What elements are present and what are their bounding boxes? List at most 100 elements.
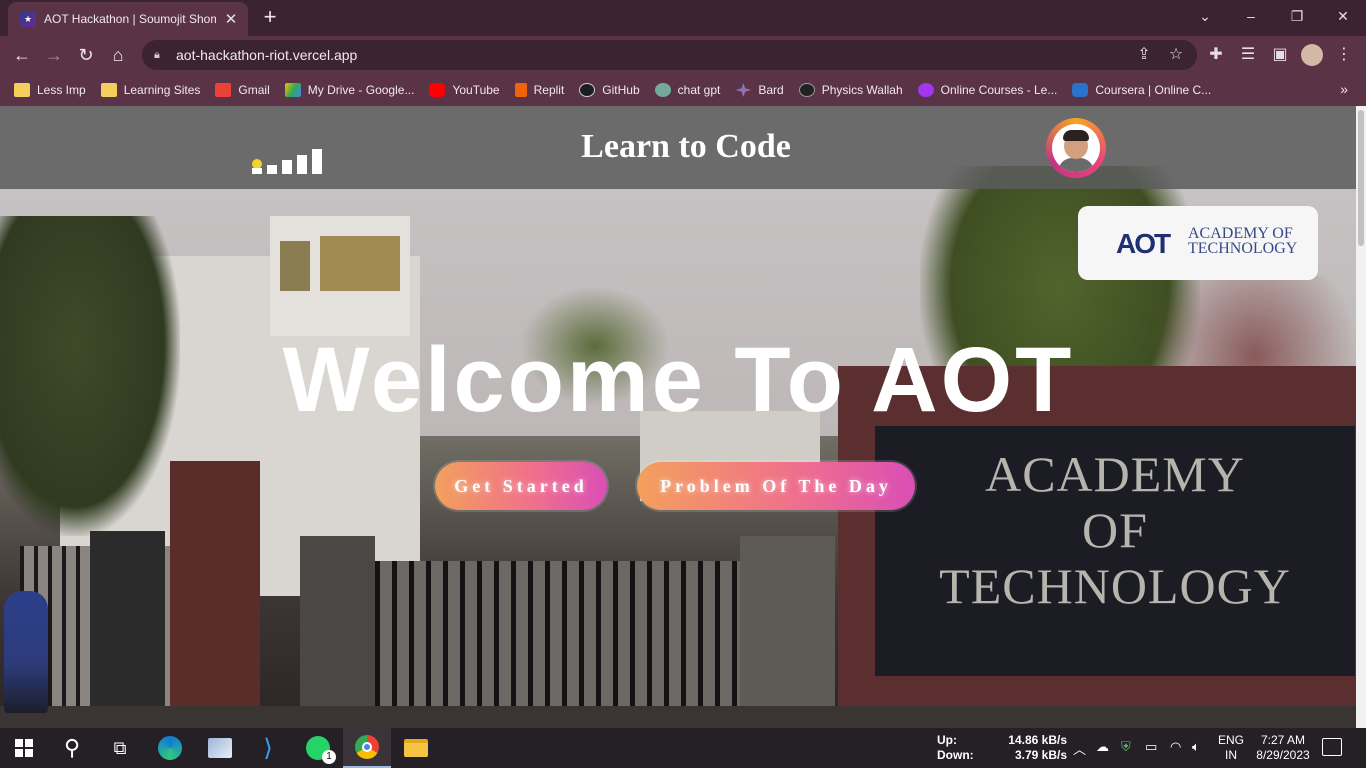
hero-heading: Welcome To AOT <box>282 329 1075 431</box>
forward-icon[interactable]: → <box>41 42 67 68</box>
whatsapp-badge: 1 <box>322 750 336 764</box>
background-gate <box>375 561 740 728</box>
tab-close-icon[interactable]: ✕ <box>222 10 240 28</box>
bookmark-item[interactable]: Coursera | Online C... <box>1072 83 1211 97</box>
building-window <box>320 236 400 291</box>
task-view-icon[interactable]: ⧉ <box>96 728 144 768</box>
back-icon[interactable]: ← <box>9 42 35 68</box>
system-clock[interactable]: 7:27 AM 8/29/2023 <box>1252 733 1314 763</box>
volume-icon[interactable]: 🔈︎ <box>1192 739 1200 755</box>
extensions-icon[interactable]: ✚ <box>1205 44 1227 64</box>
edge-icon[interactable] <box>146 728 194 768</box>
new-tab-button[interactable]: + <box>258 5 282 29</box>
avatar-shirt <box>1058 158 1094 172</box>
security-shield-icon[interactable]: ⛨ <box>1121 739 1131 755</box>
bookmark-star-icon[interactable]: ☆ <box>1165 44 1187 64</box>
entrance-sign-text: ACADEMY OF TECHNOLOGY <box>939 446 1291 614</box>
side-panel-icon[interactable]: ▣ <box>1269 44 1291 64</box>
bookmark-item[interactable]: Replit <box>514 83 564 97</box>
lock-icon[interactable]: 🔒︎ <box>154 49 168 62</box>
windows-logo-icon <box>15 739 33 757</box>
scrollbar-thumb[interactable] <box>1358 110 1364 246</box>
bookmarks-overflow-icon[interactable]: » <box>1340 81 1348 97</box>
chrome-icon[interactable] <box>343 728 391 768</box>
media-icon[interactable]: ☰ <box>1237 44 1259 64</box>
youtube-icon <box>429 83 446 97</box>
github-icon <box>579 83 596 97</box>
gmail-icon <box>215 83 232 97</box>
language-indicator[interactable]: ENG IN <box>1214 733 1248 763</box>
home-icon[interactable]: ⌂ <box>105 42 131 68</box>
network-speed-values: 14.86 kB/s 3.79 kB/s <box>1008 733 1067 762</box>
onedrive-icon[interactable]: ☁ <box>1096 739 1109 755</box>
bookmark-item[interactable]: Learning Sites <box>100 83 200 97</box>
pw-icon <box>798 83 815 97</box>
folder-icon <box>100 83 117 97</box>
wifi-icon[interactable]: ◠ <box>1170 739 1181 755</box>
profile-avatar-icon[interactable] <box>1301 44 1323 66</box>
address-bar[interactable]: 🔒︎ aot-hackathon-riot.vercel.app <box>142 40 1197 70</box>
page-scrollbar[interactable] <box>1356 106 1366 728</box>
aot-logo-text: ACADEMY OF TECHNOLOGY <box>1188 225 1298 257</box>
photos-app-icon[interactable] <box>196 728 244 768</box>
tab-search-icon[interactable]: ⌄ <box>1182 0 1228 32</box>
problem-of-the-day-button[interactable]: Problem Of The Day <box>637 462 915 510</box>
avatar-hair <box>1063 130 1089 141</box>
bookmark-item[interactable]: GitHub <box>579 83 640 97</box>
gate-pillar <box>90 531 165 728</box>
tab-strip: ★ AOT Hackathon | Soumojit Shome ✕ + ⌄ –… <box>0 0 1366 36</box>
security-guard-figure <box>4 591 48 713</box>
bookmark-item[interactable]: My Drive - Google... <box>284 83 414 97</box>
background-ground <box>0 706 1356 728</box>
notification-center-icon[interactable] <box>1322 738 1342 756</box>
browser-tab[interactable]: ★ AOT Hackathon | Soumojit Shome ✕ <box>8 2 248 36</box>
chatgpt-icon <box>654 83 671 97</box>
bookmark-item[interactable]: Physics Wallah <box>798 83 903 97</box>
window-controls: ⌄ – ❐ ✕ <box>1182 0 1366 32</box>
file-explorer-icon[interactable] <box>392 728 440 768</box>
aot-logo-card: AOT ACADEMY OF TECHNOLOGY <box>1078 206 1318 280</box>
drive-icon <box>284 83 301 97</box>
reload-icon[interactable]: ↻ <box>73 42 99 68</box>
building-window <box>280 241 310 291</box>
page-viewport: ACADEMY OF TECHNOLOGY Learn to Code AOT … <box>0 106 1356 728</box>
avatar-photo <box>1052 124 1100 172</box>
udemy-icon <box>917 83 934 97</box>
battery-icon[interactable]: ▭ <box>1145 739 1157 755</box>
user-avatar[interactable] <box>1046 118 1106 178</box>
signal-bar <box>267 165 277 174</box>
windows-taskbar: ⚲ ⧉ ⟩ 1 Up: Down: 14.86 kB/s 3.79 kB/s ︿… <box>0 728 1366 768</box>
whatsapp-icon[interactable]: 1 <box>294 728 342 768</box>
minimize-button[interactable]: – <box>1228 0 1274 32</box>
share-icon[interactable]: ⇪ <box>1133 44 1155 64</box>
bookmark-item[interactable]: Online Courses - Le... <box>917 83 1057 97</box>
coursera-icon <box>1072 83 1089 97</box>
gate-pillar <box>170 461 260 728</box>
tray-overflow-icon[interactable]: ︿ <box>1073 739 1086 758</box>
site-title: Learn to Code <box>581 128 791 165</box>
search-icon[interactable]: ⚲ <box>48 728 96 768</box>
background-building-top <box>270 216 410 336</box>
site-header: Learn to Code <box>0 106 1356 189</box>
url-text[interactable]: aot-hackathon-riot.vercel.app <box>176 47 357 63</box>
close-window-button[interactable]: ✕ <box>1320 0 1366 32</box>
restore-button[interactable]: ❐ <box>1274 0 1320 32</box>
aot-logo-mark: AOT <box>1116 228 1171 259</box>
folder-icon <box>14 83 30 97</box>
replit-icon <box>514 83 527 97</box>
bookmark-item[interactable]: YouTube <box>429 83 500 97</box>
tab-title: AOT Hackathon | Soumojit Shome <box>44 12 216 26</box>
vscode-icon[interactable]: ⟩ <box>244 728 292 768</box>
gate-pillar <box>740 536 835 728</box>
bookmark-item[interactable]: Gmail <box>215 83 270 97</box>
gate-pillar <box>300 536 375 728</box>
network-speed-labels: Up: Down: <box>937 733 974 762</box>
windows-start-icon[interactable] <box>0 728 48 768</box>
bookmark-item[interactable]: Less Imp <box>14 83 86 97</box>
site-favicon-icon: ★ <box>20 11 36 27</box>
bookmarks-bar: Less Imp Learning Sites Gmail My Drive -… <box>0 74 1366 106</box>
menu-kebab-icon[interactable]: ⋮ <box>1333 44 1355 64</box>
bookmark-item[interactable]: chat gpt <box>654 83 720 97</box>
bookmark-item[interactable]: Bard <box>735 83 784 97</box>
get-started-button[interactable]: Get Started <box>435 462 607 510</box>
